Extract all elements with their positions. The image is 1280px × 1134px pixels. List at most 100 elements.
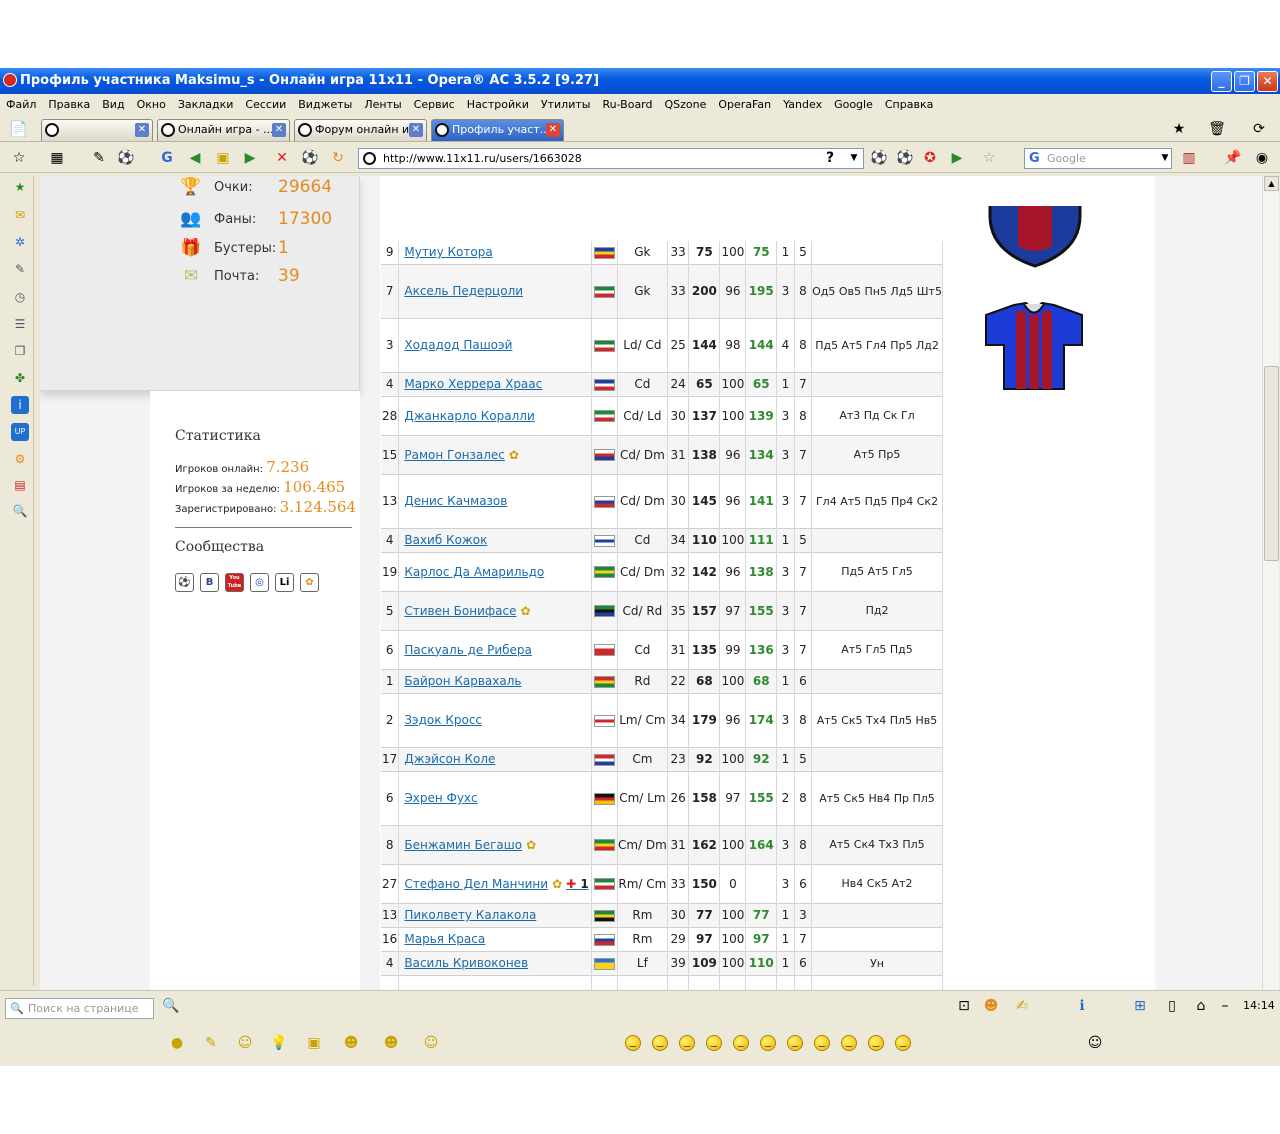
player-name[interactable]: Эхрен Фухс	[404, 791, 477, 805]
player-name-link[interactable]: Ходадод Пашоэй	[398, 318, 593, 372]
player-name-link[interactable]: Денис Качмазов	[398, 474, 593, 528]
emoticon-icon[interactable]: ‿	[679, 1035, 695, 1051]
player-name[interactable]: Марья Краса	[404, 932, 485, 946]
camera-icon[interactable]: ▣	[305, 1034, 323, 1052]
info-icon[interactable]: i	[11, 396, 29, 414]
player-name[interactable]: Стефано Дел Манчини	[404, 877, 548, 891]
menu-item[interactable]: Google	[834, 94, 873, 116]
google-icon[interactable]: G	[158, 149, 176, 167]
player-name[interactable]: Мутиу Котора	[404, 245, 492, 259]
player-name[interactable]: Бенжамин Бегашо	[404, 838, 522, 852]
back-icon[interactable]: ◀	[186, 149, 204, 167]
home-icon[interactable]: ⌂	[1192, 997, 1210, 1015]
player-name-link[interactable]: Марко Херрера Храас	[398, 372, 593, 396]
player-name-link[interactable]: Стефано Дел Манчини ✿ ✚ 1	[398, 864, 593, 903]
player-name[interactable]: Стивен Бонифасе	[404, 604, 516, 618]
bulb-face-icon[interactable]: ☺	[422, 1034, 440, 1052]
player-name[interactable]: Джэйсон Коле	[404, 752, 495, 766]
player-name-link[interactable]: Паскуаль де Рибера	[398, 630, 593, 669]
emoticon-icon[interactable]: ‿	[868, 1035, 884, 1051]
minimize-button[interactable]: _	[1211, 71, 1232, 92]
page-icon[interactable]: ▯	[1163, 997, 1181, 1015]
player-name-link[interactable]: Василь Кривоконев	[398, 951, 593, 975]
menu-item[interactable]: Справка	[885, 94, 933, 116]
santa-icon[interactable]: ☻	[382, 1034, 400, 1052]
community-youtube-icon[interactable]: You Tube	[225, 573, 244, 592]
tab-close-icon[interactable]: ✕	[409, 123, 423, 137]
soccer-icon[interactable]: ⚽	[896, 149, 914, 167]
player-name-link[interactable]: Джэйсон Коле	[398, 747, 593, 771]
menu-item[interactable]: Окно	[137, 94, 166, 116]
menu-item[interactable]: Вид	[102, 94, 124, 116]
menu-item[interactable]: OperaFan	[718, 94, 771, 116]
player-name-link[interactable]: Марья Краса	[398, 927, 593, 951]
smiley-icon[interactable]: ☺	[236, 1034, 254, 1052]
find-icon[interactable]: 🔍	[162, 997, 180, 1015]
star-icon[interactable]: ☆	[980, 149, 998, 167]
player-name-link[interactable]: Бенжамин Бегашо ✿	[398, 825, 593, 864]
player-name[interactable]: Паскуаль де Рибера	[404, 643, 532, 657]
player-name-link[interactable]: Аксель Педерцоли	[398, 264, 593, 318]
address-field[interactable]: http://www.11x11.ru/users/1663028	[358, 148, 864, 169]
menu-item[interactable]: Ленты	[364, 94, 401, 116]
minus-icon[interactable]: –	[1216, 997, 1234, 1015]
face-icon[interactable]: ☻	[342, 1034, 360, 1052]
emoticon-icon[interactable]: ‿	[787, 1035, 803, 1051]
pin-icon[interactable]: 📌	[1224, 149, 1242, 167]
player-name-link[interactable]: Джанкарло Коралли	[398, 396, 593, 435]
emoticon-icon[interactable]: ‿	[706, 1035, 722, 1051]
player-name-link[interactable]: Мутиу Котора	[398, 241, 593, 264]
player-name-link[interactable]: Эхрен Фухс	[398, 771, 593, 825]
soccer-ball-icon[interactable]: ⚽	[301, 149, 319, 167]
info-icon[interactable]: ℹ	[1073, 997, 1091, 1015]
community-odnoklassniki-icon[interactable]: ◎	[250, 573, 269, 592]
maximize-button[interactable]: ❐	[1234, 71, 1255, 92]
menu-item[interactable]: Закладки	[178, 94, 234, 116]
emoticon-menu-icon[interactable]: ☺	[1086, 1034, 1104, 1052]
community-soccer-icon[interactable]: ⚽	[175, 573, 194, 592]
trash-icon[interactable]: 🗑	[1208, 120, 1226, 138]
bookmark-icon[interactable]: ★	[1170, 120, 1188, 138]
search-field[interactable]: G Google	[1024, 148, 1172, 169]
history-icon[interactable]: ◷	[11, 288, 29, 306]
player-name[interactable]: Карлос Да Амарильдо	[404, 565, 544, 579]
pen-icon[interactable]: ✎	[90, 149, 108, 167]
player-name[interactable]: Джанкарло Коралли	[404, 409, 534, 423]
menu-item[interactable]: Правка	[48, 94, 90, 116]
add-bookmark-icon[interactable]: ☆	[10, 149, 28, 167]
player-name[interactable]: Василь Кривоконев	[404, 956, 528, 970]
emoticon-icon[interactable]: ‿	[625, 1035, 641, 1051]
player-name-link[interactable]: Байрон Карвахаль	[398, 669, 593, 693]
emoticon-icon[interactable]: ‿	[895, 1035, 911, 1051]
clover-icon[interactable]: ✤	[11, 369, 29, 387]
community-vk-icon[interactable]: В	[200, 573, 219, 592]
reload-globe-icon[interactable]: ⟳	[1250, 120, 1268, 138]
page-icon[interactable]: 📄	[9, 120, 28, 138]
calendar-icon[interactable]: ▤	[11, 476, 29, 494]
close-button[interactable]: ✕	[1257, 71, 1278, 92]
player-name-link[interactable]: Рамон Гонзалес ✿	[398, 435, 593, 474]
eye-icon[interactable]: ◉	[1253, 149, 1271, 167]
ball-icon[interactable]: ⚽	[870, 149, 888, 167]
find-in-page-field[interactable]: 🔍 Поиск на странице	[5, 998, 154, 1019]
widget-icon[interactable]: ✲	[11, 233, 29, 251]
emoticon-icon[interactable]: ‿	[841, 1035, 857, 1051]
tab-close-icon[interactable]: ✕	[546, 123, 560, 137]
emoticon-icon[interactable]: ‿	[814, 1035, 830, 1051]
player-name[interactable]: Вахиб Кожок	[404, 533, 487, 547]
player-name-link[interactable]: Зэдок Кросс	[398, 693, 593, 747]
player-name-link[interactable]: Пиколвету Калакола	[398, 903, 593, 927]
forward-icon[interactable]: ▶	[241, 149, 259, 167]
grid-menu-icon[interactable]: ▦	[48, 149, 66, 167]
player-name[interactable]: Марко Херрера Храас	[404, 377, 542, 391]
player-name-link[interactable]: Карлос Да Амарильдо	[398, 552, 593, 591]
player-name[interactable]: Байрон Карвахаль	[404, 674, 521, 688]
stop-icon[interactable]: ✕	[273, 149, 291, 167]
dropdown-arrow-icon[interactable]: ▼	[1156, 149, 1174, 167]
emoticon-icon[interactable]: ‿	[652, 1035, 668, 1051]
tab-close-icon[interactable]: ✕	[135, 123, 149, 137]
up-icon[interactable]: UP	[11, 423, 29, 441]
menu-item[interactable]: Yandex	[783, 94, 822, 116]
notes-icon[interactable]: ✉	[11, 206, 29, 224]
transfer-icon[interactable]: ✎	[11, 260, 29, 278]
